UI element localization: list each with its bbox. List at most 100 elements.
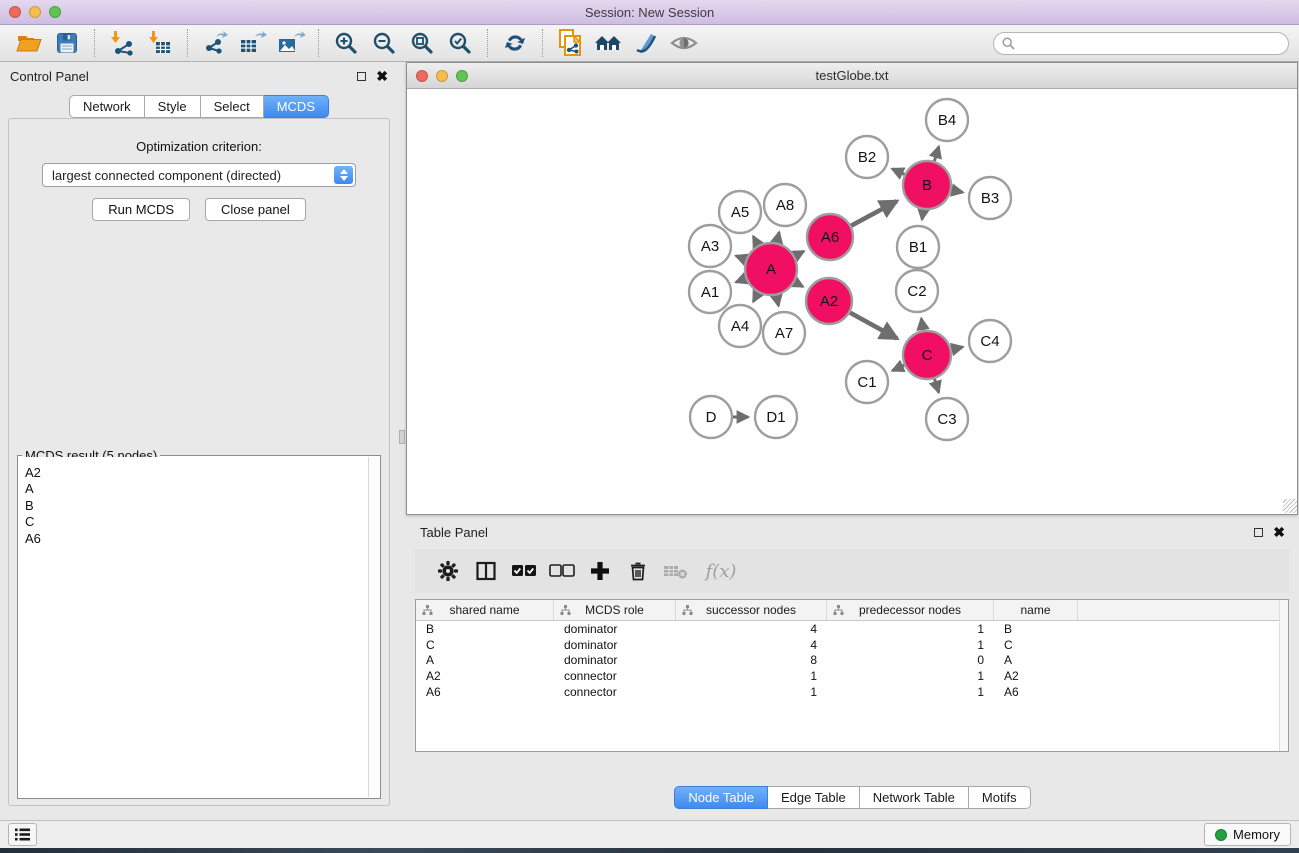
- mcds-result-list[interactable]: A2ABCA6: [19, 457, 368, 797]
- zoom-fit-icon[interactable]: [403, 27, 441, 59]
- network-zoom-button[interactable]: [456, 70, 468, 82]
- run-mcds-button[interactable]: Run MCDS: [92, 198, 190, 221]
- node-d[interactable]: D: [690, 396, 732, 438]
- edge-A2-C[interactable]: [850, 313, 897, 339]
- cell-mcds-role[interactable]: connector: [554, 669, 676, 683]
- home-icon[interactable]: [589, 27, 627, 59]
- node-b3[interactable]: B3: [969, 177, 1011, 219]
- node-b1[interactable]: B1: [897, 226, 939, 268]
- cell-name[interactable]: C: [994, 638, 1078, 652]
- edge-A-A1[interactable]: [736, 279, 746, 283]
- edge-A-A6[interactable]: [795, 251, 804, 256]
- close-panel-icon[interactable]: ✖: [376, 72, 388, 81]
- task-history-button[interactable]: [8, 823, 37, 846]
- tab-network-table[interactable]: Network Table: [860, 786, 969, 809]
- open-session-icon[interactable]: [10, 27, 48, 59]
- cell-predecessor-nodes[interactable]: 1: [827, 638, 994, 652]
- table-row-a2[interactable]: A2connector11A2: [416, 668, 1288, 684]
- toggle-visibility-icon[interactable]: [665, 27, 703, 59]
- cell-mcds-role[interactable]: connector: [554, 685, 676, 699]
- node-a7[interactable]: A7: [763, 312, 805, 354]
- cell-successor-nodes[interactable]: 1: [676, 669, 827, 683]
- duplicate-network-icon[interactable]: [551, 27, 589, 59]
- edge-B-B1[interactable]: [922, 210, 923, 220]
- tab-network[interactable]: Network: [69, 95, 145, 118]
- edge-B-B3[interactable]: [952, 190, 963, 192]
- zoom-window-button[interactable]: [49, 6, 61, 18]
- cell-predecessor-nodes[interactable]: 1: [827, 669, 994, 683]
- tab-mcds[interactable]: MCDS: [264, 95, 329, 118]
- network-minimize-button[interactable]: [436, 70, 448, 82]
- result-item-a6[interactable]: A6: [25, 531, 362, 547]
- export-table-icon[interactable]: [234, 27, 272, 59]
- result-item-b[interactable]: B: [25, 498, 362, 514]
- cell-shared-name[interactable]: C: [416, 638, 554, 652]
- window-resize-grip[interactable]: [1283, 499, 1297, 513]
- zoom-in-icon[interactable]: [327, 27, 365, 59]
- panel-splitter-handle[interactable]: [399, 430, 405, 444]
- edge-B-B4[interactable]: [934, 147, 938, 162]
- column-header-predecessor-nodes[interactable]: predecessor nodes: [827, 600, 994, 620]
- edge-A6-B[interactable]: [851, 201, 897, 226]
- search-field[interactable]: [993, 32, 1289, 55]
- cell-shared-name[interactable]: A6: [416, 685, 554, 699]
- tab-style[interactable]: Style: [145, 95, 201, 118]
- import-table-icon[interactable]: [141, 27, 179, 59]
- tab-edge-table[interactable]: Edge Table: [768, 786, 860, 809]
- result-item-a[interactable]: A: [25, 481, 362, 497]
- node-c3[interactable]: C3: [926, 398, 968, 440]
- minimize-window-button[interactable]: [29, 6, 41, 18]
- cell-predecessor-nodes[interactable]: 1: [827, 685, 994, 699]
- show-columns-icon[interactable]: [467, 553, 505, 589]
- table-options-gear-icon[interactable]: [429, 553, 467, 589]
- apply-layout-icon[interactable]: [496, 27, 534, 59]
- node-d1[interactable]: D1: [755, 396, 797, 438]
- node-b2[interactable]: B2: [846, 136, 888, 178]
- cell-mcds-role[interactable]: dominator: [554, 638, 676, 652]
- table-scrollbar[interactable]: [1279, 600, 1288, 751]
- float-table-panel-icon[interactable]: [1254, 528, 1263, 537]
- node-a1[interactable]: A1: [689, 271, 731, 313]
- hide-annotations-icon[interactable]: [627, 27, 665, 59]
- network-window-titlebar[interactable]: testGlobe.txt: [407, 63, 1297, 89]
- memory-button[interactable]: Memory: [1204, 823, 1291, 846]
- column-header-shared-name[interactable]: shared name: [416, 600, 554, 620]
- node-a5[interactable]: A5: [719, 191, 761, 233]
- node-b4[interactable]: B4: [926, 99, 968, 141]
- edge-C-C1[interactable]: [892, 365, 904, 370]
- float-panel-icon[interactable]: [357, 72, 366, 81]
- node-a8[interactable]: A8: [764, 184, 806, 226]
- tab-node-table[interactable]: Node Table: [674, 786, 768, 809]
- zoom-selected-icon[interactable]: [441, 27, 479, 59]
- table-row-b[interactable]: Bdominator41B: [416, 621, 1288, 637]
- deselect-all-checkboxes-icon[interactable]: [543, 553, 581, 589]
- export-image-icon[interactable]: [272, 27, 310, 59]
- edge-C-C3[interactable]: [935, 379, 939, 393]
- edge-C-C2[interactable]: [921, 319, 923, 331]
- node-a2[interactable]: A2: [806, 278, 852, 324]
- cell-name[interactable]: B: [994, 622, 1078, 636]
- cell-shared-name[interactable]: A2: [416, 669, 554, 683]
- node-b[interactable]: B: [903, 161, 951, 209]
- optimization-dropdown[interactable]: largest connected component (directed): [42, 163, 356, 187]
- node-a4[interactable]: A4: [719, 305, 761, 347]
- edge-C-C4[interactable]: [951, 347, 962, 350]
- column-header-successor-nodes[interactable]: successor nodes: [676, 600, 827, 620]
- column-header-name[interactable]: name: [994, 600, 1078, 620]
- cell-name[interactable]: A: [994, 653, 1078, 667]
- edge-B-B2[interactable]: [892, 169, 904, 175]
- result-scrollbar[interactable]: [368, 457, 379, 797]
- node-a[interactable]: A: [745, 243, 797, 295]
- column-header-mcds-role[interactable]: MCDS role: [554, 600, 676, 620]
- cell-successor-nodes[interactable]: 8: [676, 653, 827, 667]
- node-c1[interactable]: C1: [846, 361, 888, 403]
- cell-shared-name[interactable]: A: [416, 653, 554, 667]
- edge-A-A7[interactable]: [776, 296, 778, 306]
- close-panel-button[interactable]: Close panel: [205, 198, 306, 221]
- edge-A-A2[interactable]: [795, 282, 803, 287]
- cell-successor-nodes[interactable]: 1: [676, 685, 827, 699]
- result-item-c[interactable]: C: [25, 514, 362, 530]
- node-c2[interactable]: C2: [896, 270, 938, 312]
- tab-motifs[interactable]: Motifs: [969, 786, 1031, 809]
- tab-select[interactable]: Select: [201, 95, 264, 118]
